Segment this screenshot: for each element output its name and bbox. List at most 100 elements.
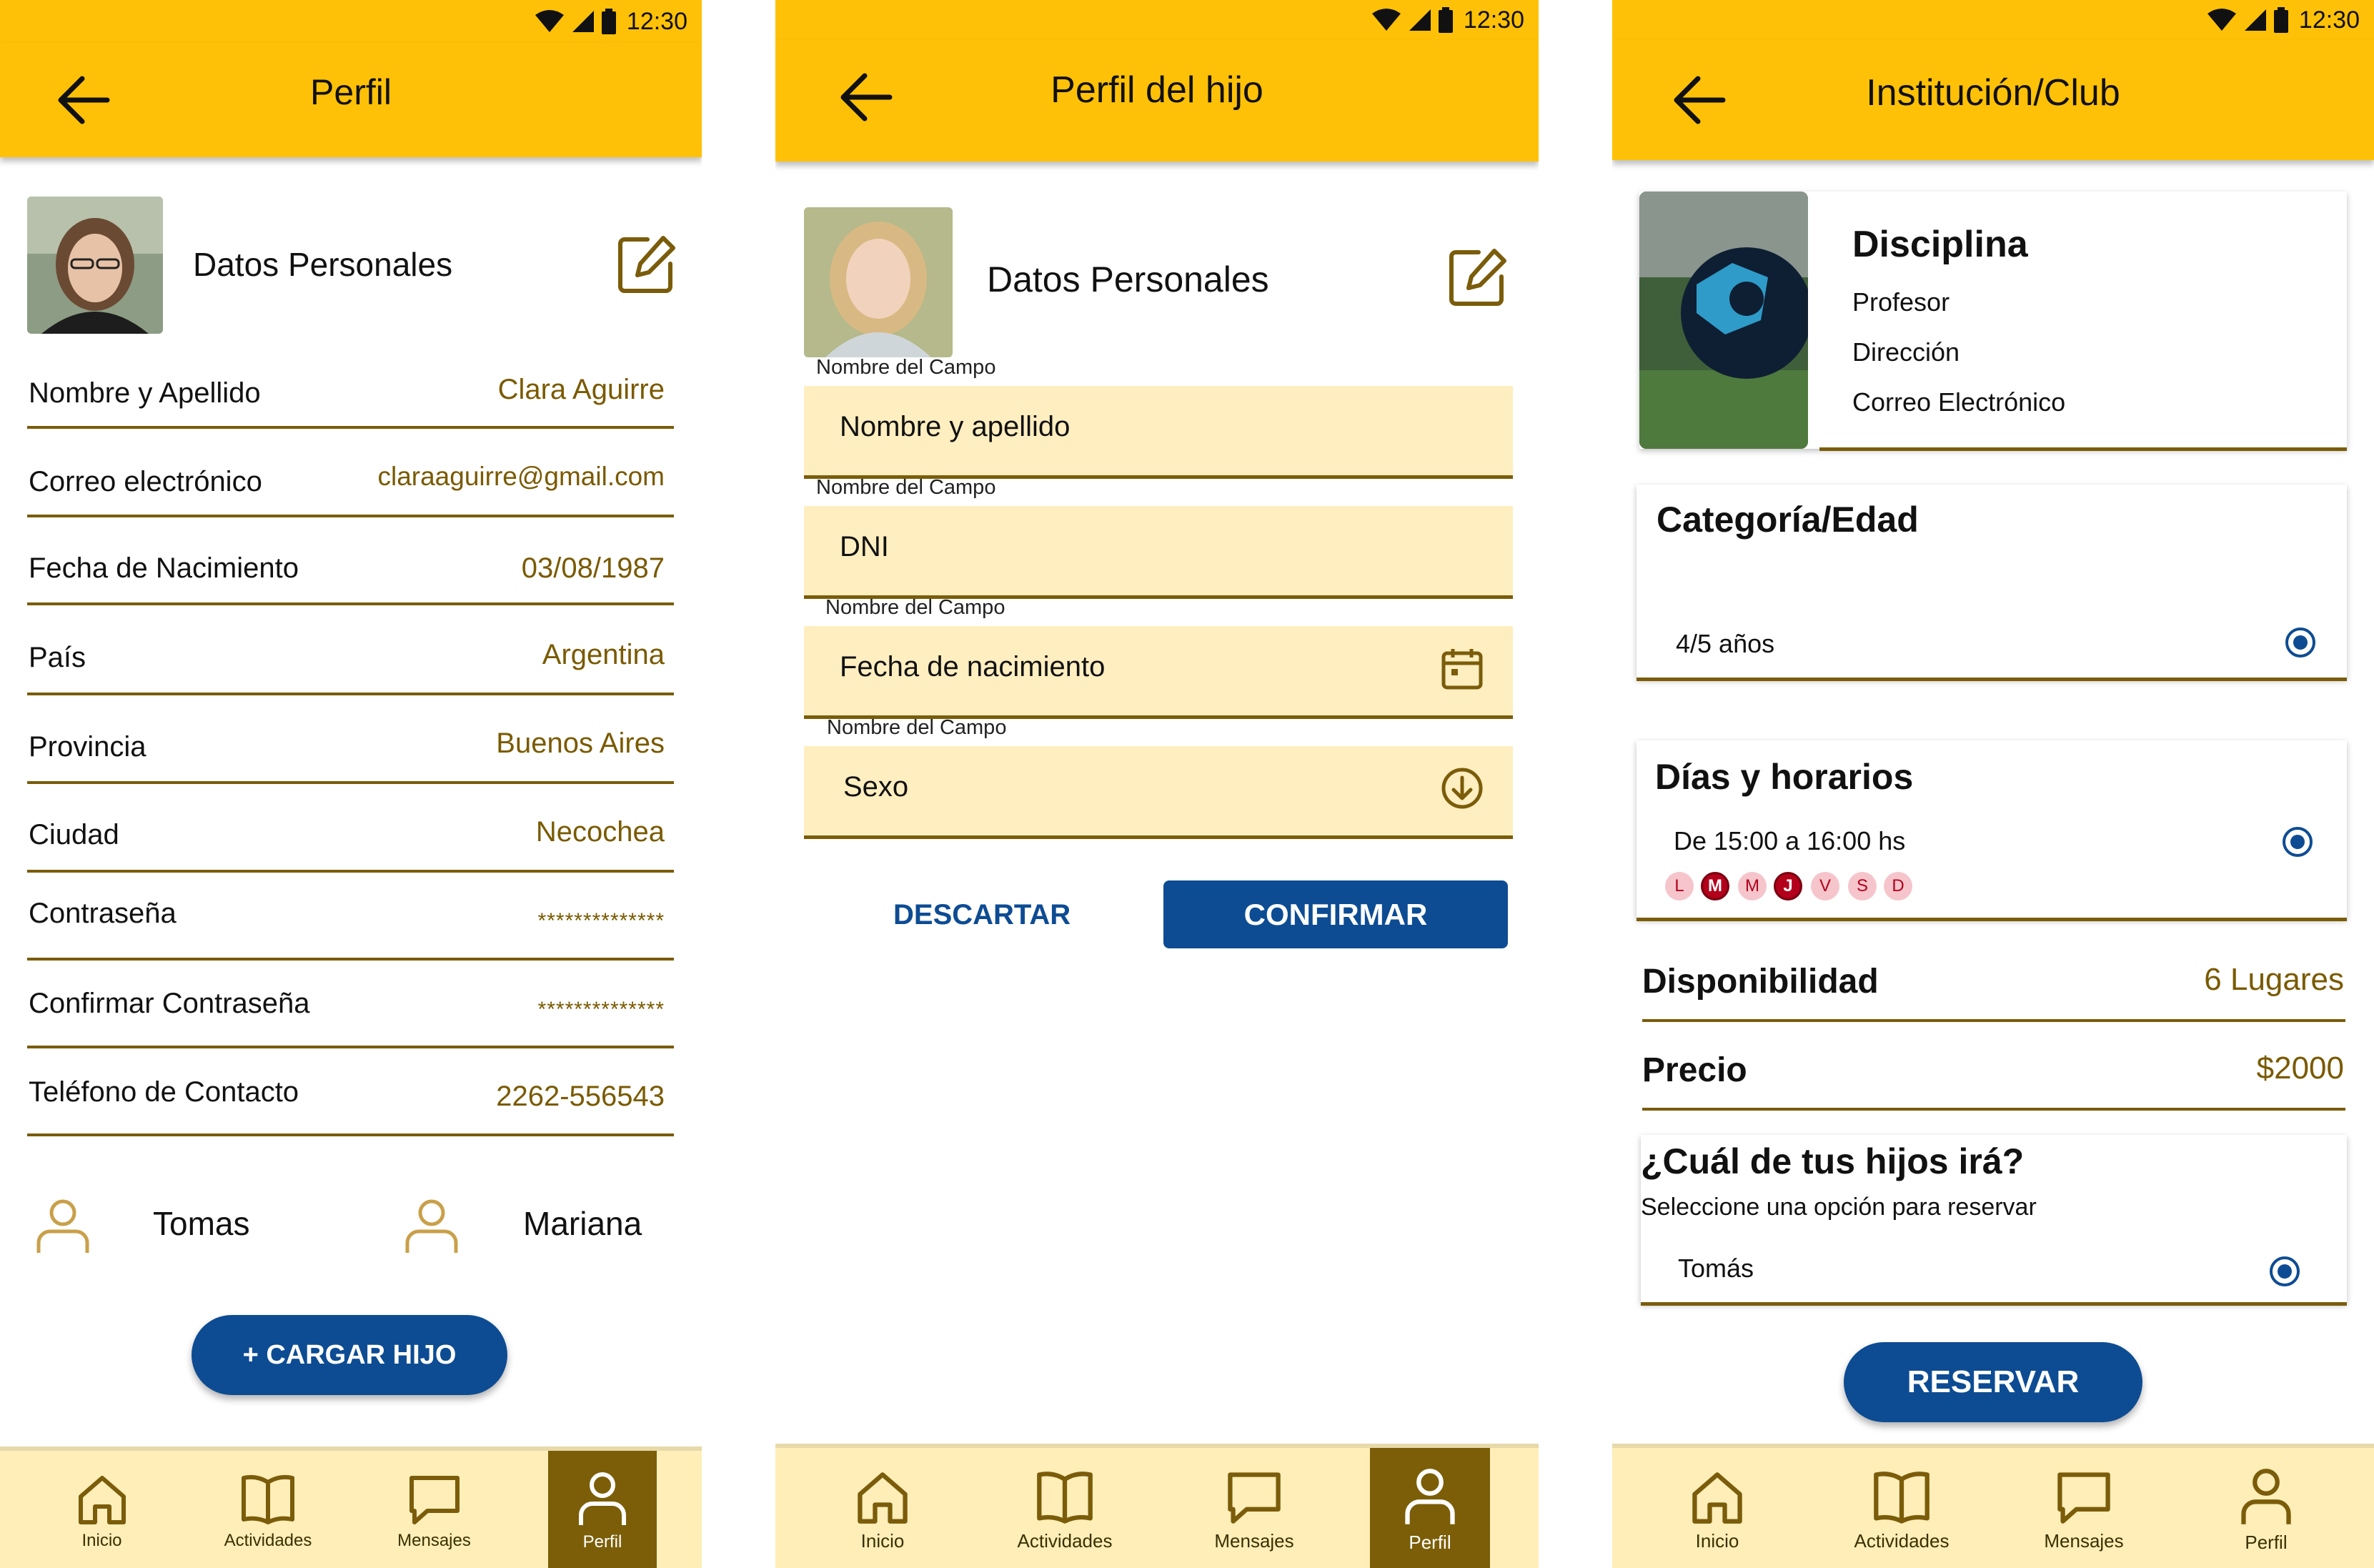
section-title: Datos Personales [987, 259, 1269, 299]
nav-label: Actividades [1854, 1529, 1950, 1552]
edit-icon[interactable] [1447, 247, 1509, 308]
row-label: Ciudad [29, 819, 119, 850]
row-label: Teléfono de Contacto [29, 1076, 299, 1108]
dropdown-arrow-icon[interactable] [1440, 766, 1484, 810]
nav-item-perfil[interactable]: Perfil [1370, 1448, 1490, 1568]
child-item[interactable]: Tomas [29, 1190, 314, 1261]
name-field[interactable]: Nombre y apellido [804, 386, 1513, 479]
row-value: Buenos Aires [496, 728, 665, 759]
person-outline-icon [36, 1199, 89, 1253]
child-radio[interactable] [2270, 1256, 2300, 1286]
discipline-email: Correo Electrónico [1852, 387, 2066, 417]
category-card[interactable]: Categoría/Edad 4/5 años [1637, 485, 2347, 679]
day-badge: D [1884, 872, 1912, 900]
nav-label: Inicio [860, 1529, 905, 1552]
field-value: Nombre y apellido [840, 411, 1071, 442]
card-divider [1637, 678, 2347, 681]
child-profile-screen: 12:30 Perfil del hijo Datos Personales N… [775, 0, 1539, 1568]
discipline-title: Disciplina [1852, 224, 2028, 265]
row-divider [27, 958, 674, 961]
row-label: Confirmar Contraseña [29, 988, 310, 1019]
bottom-nav: Inicio Actividades Mensajes Perfil [0, 1447, 702, 1568]
nav-item-perfil[interactable]: Perfil [548, 1451, 657, 1568]
category-radio[interactable] [2285, 627, 2315, 658]
nav-item-perfil[interactable]: Perfil [2212, 1448, 2320, 1568]
child-select-subtitle: Seleccione una opción para reservar [1641, 1194, 2037, 1221]
day-badge: V [1811, 872, 1839, 900]
person-icon [2241, 1468, 2291, 1524]
row-label: Nombre y Apellido [29, 377, 261, 409]
reserve-button[interactable]: RESERVAR [1844, 1342, 2142, 1422]
nav-label: Perfil [1409, 1531, 1451, 1553]
child-select-card[interactable]: ¿Cuál de tus hijos irá? Seleccione una o… [1641, 1135, 2347, 1304]
row-label: País [29, 642, 86, 673]
status-time: 12:30 [1463, 6, 1524, 34]
nav-item-inicio[interactable]: Inicio [829, 1448, 936, 1568]
club-photo [1639, 192, 1808, 449]
discard-button[interactable]: DESCARTAR [893, 899, 1071, 931]
discipline-address: Dirección [1852, 337, 1960, 367]
row-divider [1642, 1019, 2345, 1022]
nav-label: Actividades [1017, 1529, 1113, 1552]
nav-label: Inicio [81, 1531, 122, 1550]
row-value: Clara Aguirre [497, 374, 665, 405]
person-outline-icon [405, 1199, 458, 1253]
category-option: 4/5 años [1676, 629, 1775, 658]
status-bar: 12:30 [775, 0, 1539, 40]
nav-label: Mensajes [2044, 1529, 2124, 1552]
book-icon [1037, 1471, 1093, 1524]
calendar-icon[interactable] [1440, 646, 1484, 692]
book-icon [1874, 1471, 1930, 1524]
nav-label: Perfil [582, 1532, 622, 1552]
edit-icon[interactable] [616, 234, 677, 295]
row-divider [27, 1133, 674, 1136]
field-value: Fecha de nacimiento [840, 651, 1106, 683]
row-value: ************** [537, 909, 665, 933]
dni-field[interactable]: DNI [804, 506, 1513, 599]
nav-item-actividades[interactable]: Actividades [214, 1451, 322, 1568]
day-badge: M [1701, 872, 1729, 900]
nav-label: Perfil [2245, 1531, 2288, 1553]
wifi-icon [1371, 9, 1401, 31]
add-child-button[interactable]: + CARGAR HIJO [192, 1315, 507, 1395]
day-badge: L [1665, 872, 1694, 900]
nav-item-actividades[interactable]: Actividades [1004, 1448, 1126, 1568]
row-value: 2262-556543 [496, 1081, 665, 1112]
category-title: Categoría/Edad [1657, 500, 1919, 540]
avatar [27, 197, 163, 334]
row-divider [27, 1046, 674, 1048]
app-bar: Perfil del hijo [775, 40, 1539, 162]
battery-icon [1438, 7, 1453, 33]
app-bar: Institución/Club [1612, 40, 2374, 160]
page-title: Institución/Club [1866, 72, 2120, 114]
nav-item-mensajes[interactable]: Mensajes [386, 1451, 482, 1568]
birthdate-field[interactable]: Fecha de nacimiento [804, 626, 1513, 719]
discipline-card[interactable]: Disciplina Profesor Dirección Correo Ele… [1639, 192, 2347, 449]
card-divider [1641, 1302, 2347, 1306]
sex-select[interactable]: Sexo [804, 746, 1513, 839]
nav-item-inicio[interactable]: Inicio [1664, 1448, 1771, 1568]
nav-label: Mensajes [1214, 1529, 1294, 1552]
nav-item-actividades[interactable]: Actividades [1841, 1448, 1962, 1568]
confirm-button[interactable]: CONFIRMAR [1163, 880, 1508, 948]
row-divider [27, 426, 674, 429]
availability-label: Disponibilidad [1642, 963, 1879, 1001]
child-item[interactable]: Mariana [400, 1190, 686, 1261]
battery-icon [2273, 7, 2288, 33]
schedule-radio[interactable] [2283, 827, 2313, 857]
nav-item-inicio[interactable]: Inicio [57, 1451, 146, 1568]
message-icon [1228, 1472, 1281, 1524]
nav-item-mensajes[interactable]: Mensajes [1201, 1448, 1308, 1568]
status-bar: 12:30 [1612, 0, 2374, 40]
row-value: Necochea [535, 816, 665, 848]
schedule-card[interactable]: Días y horarios De 15:00 a 16:00 hs L M … [1637, 740, 2347, 919]
row-value: Argentina [542, 639, 665, 670]
nav-item-mensajes[interactable]: Mensajes [2030, 1448, 2137, 1568]
app-bar: Perfil [0, 43, 702, 157]
row-value: 03/08/1987 [521, 552, 665, 584]
row-divider [1642, 1108, 2345, 1111]
field-caption: Nombre del Campo [816, 476, 996, 499]
card-divider [1819, 447, 2347, 451]
row-divider [27, 781, 674, 784]
book-icon [242, 1474, 294, 1524]
